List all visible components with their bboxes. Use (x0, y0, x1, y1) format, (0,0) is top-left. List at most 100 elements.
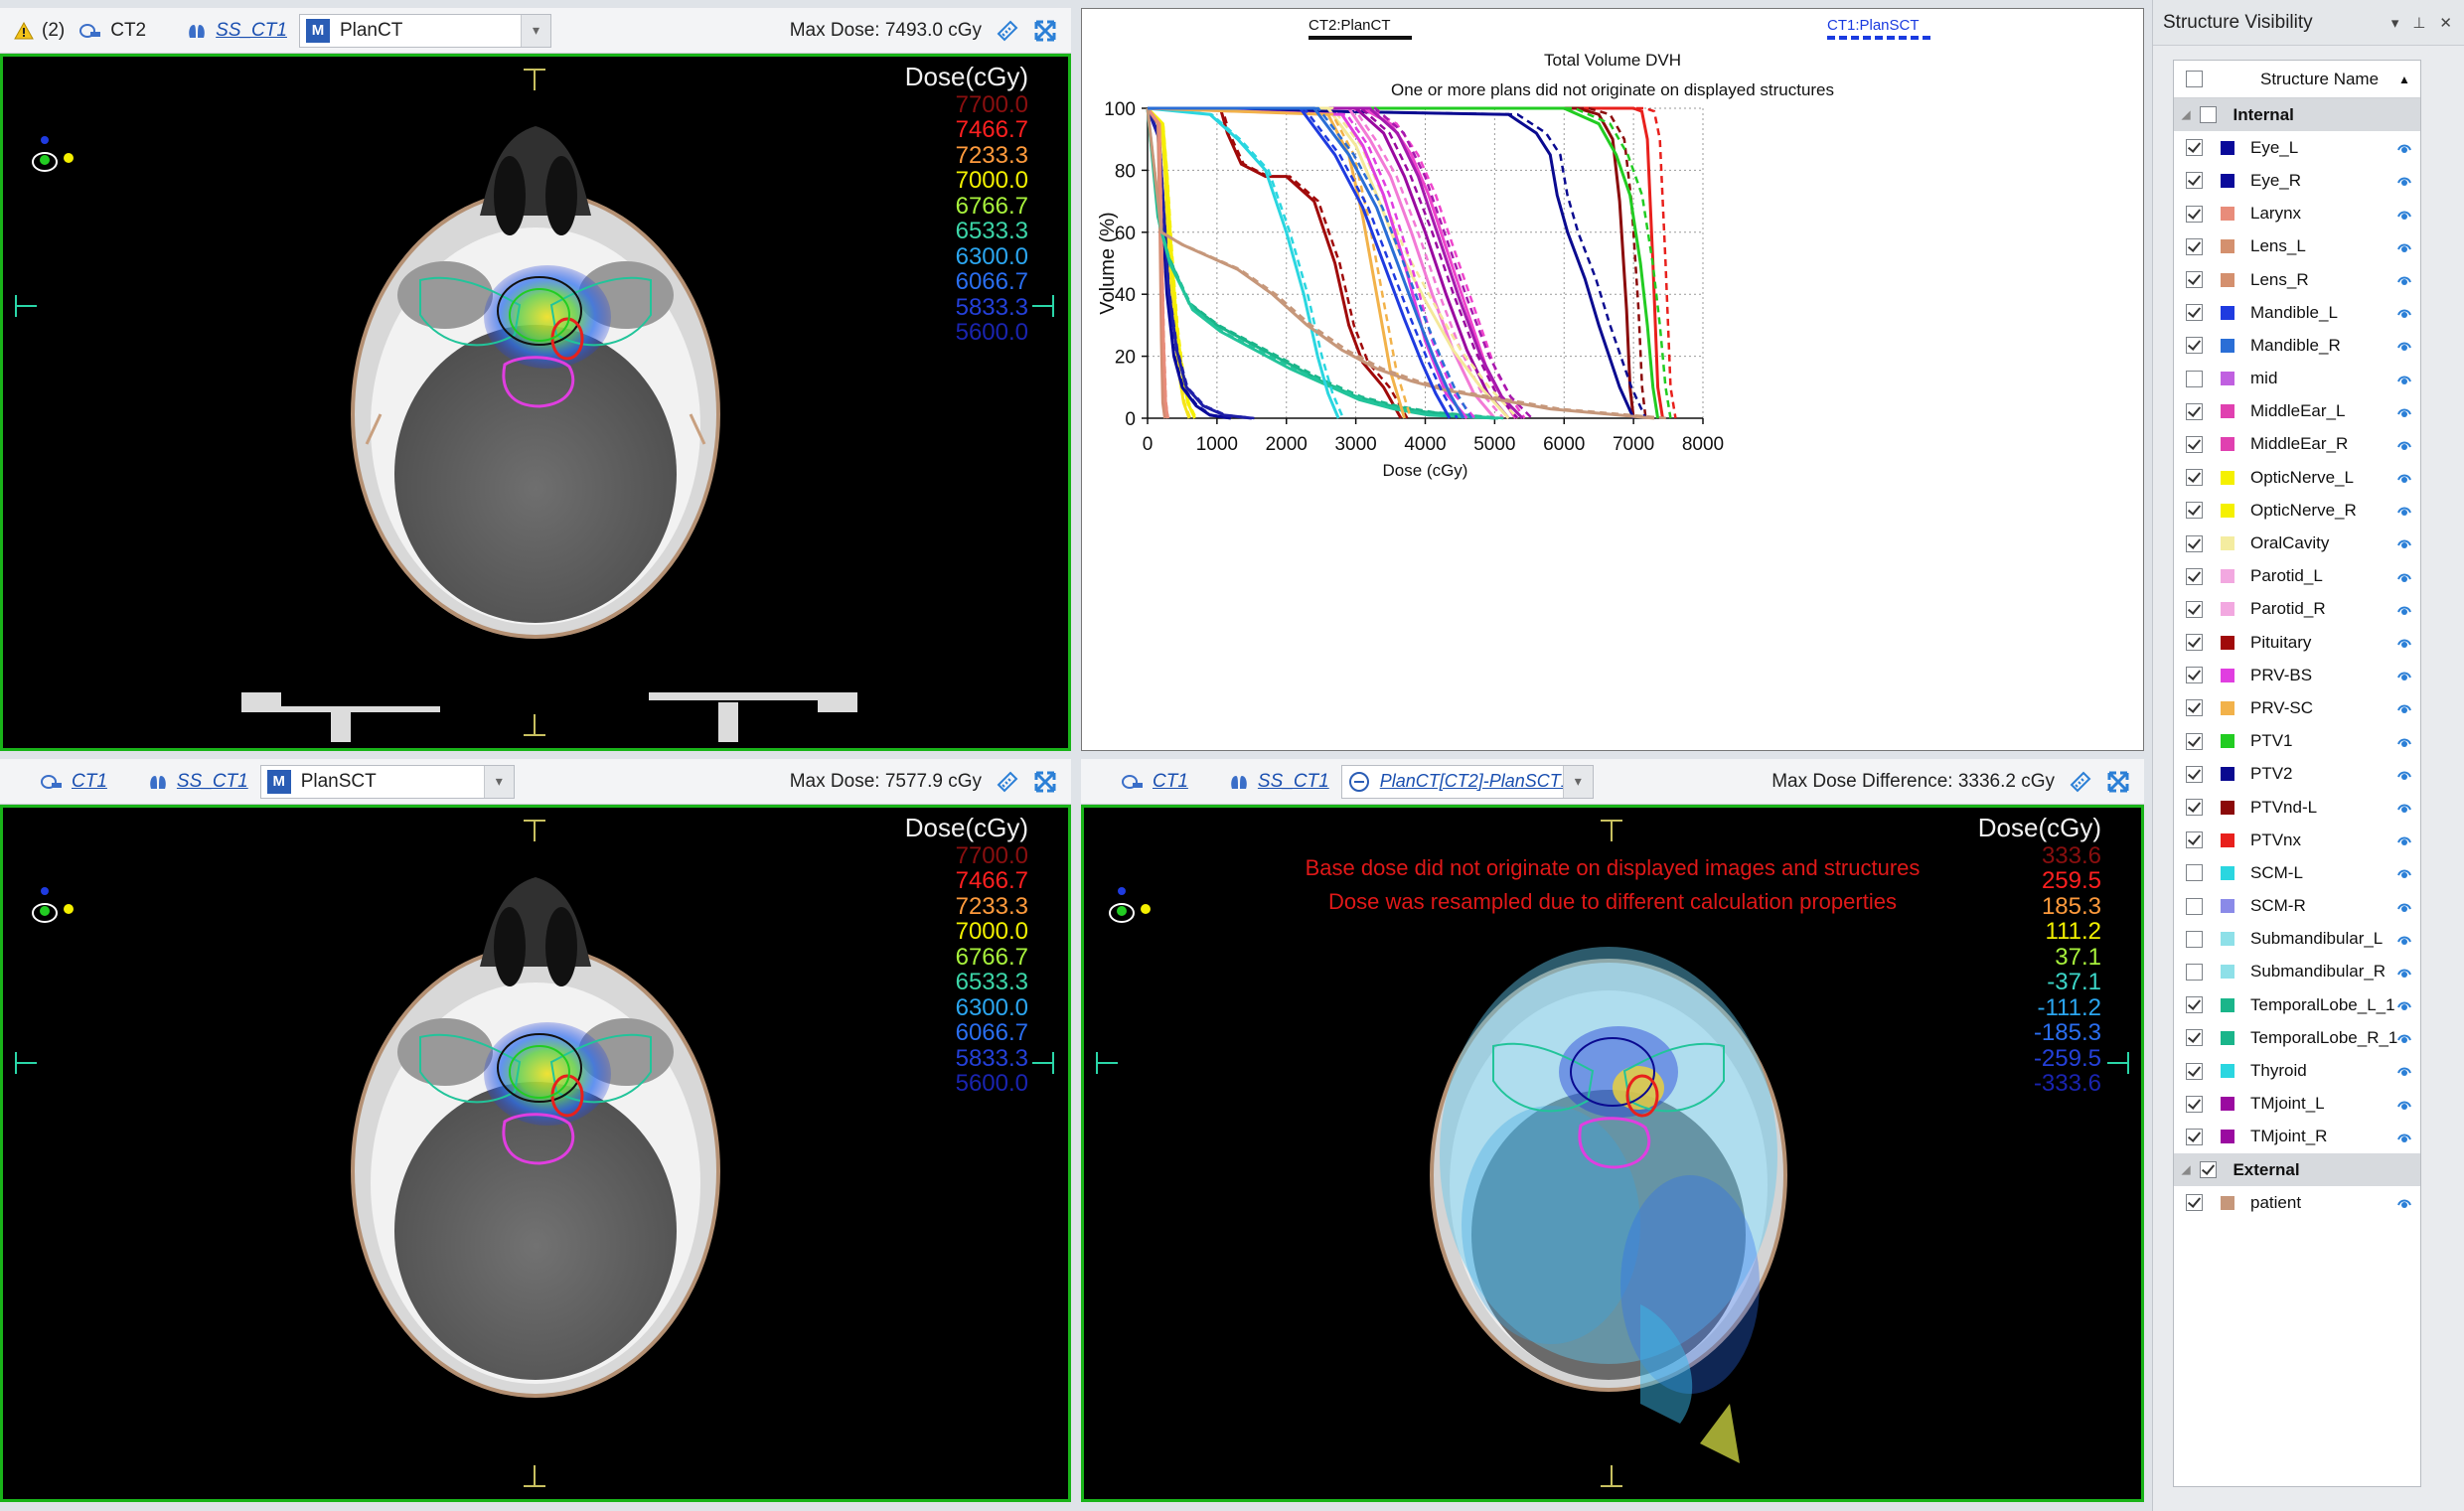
eye-icon[interactable] (2396, 965, 2412, 979)
image-selector[interactable]: CT2 (78, 20, 146, 42)
eye-icon[interactable] (2396, 832, 2412, 846)
structure-set-selector[interactable]: SS_CT1 (1228, 771, 1329, 793)
dropdown-icon[interactable]: ▾ (2391, 14, 2399, 32)
group-checkbox[interactable] (2200, 1161, 2218, 1179)
eye-icon[interactable] (2396, 635, 2412, 649)
structure-row[interactable]: patient (2174, 1186, 2420, 1219)
plan-selector[interactable]: M PlanCT ▾ (298, 13, 551, 48)
visibility-checkbox[interactable] (2186, 634, 2203, 652)
structure-row[interactable]: MiddleEar_L (2174, 395, 2420, 428)
structure-row[interactable]: Mandible_L (2174, 296, 2420, 329)
structure-row[interactable]: TMjoint_R (2174, 1121, 2420, 1153)
plan-selector[interactable]: PlanCT[CT2]-PlanSCT1 ▾ (1340, 764, 1594, 799)
structure-row[interactable]: PTVnd-L (2174, 791, 2420, 824)
visibility-checkbox[interactable] (2186, 534, 2203, 552)
visibility-checkbox[interactable] (2186, 897, 2203, 915)
image-viewport[interactable]: Base dose did not originate on displayed… (1081, 805, 2144, 1502)
eye-icon[interactable] (2396, 899, 2412, 913)
structure-row[interactable]: SCM-R (2174, 890, 2420, 923)
chevron-down-icon[interactable]: ▾ (483, 765, 514, 798)
structure-group-external[interactable]: ◢ External (2174, 1153, 2420, 1187)
structure-row[interactable]: OpticNerve_R (2174, 494, 2420, 527)
ruler-icon[interactable] (996, 19, 1019, 43)
structure-row[interactable]: Mandible_R (2174, 329, 2420, 362)
plan-name[interactable]: PlanCT[CT2]-PlanSCT1 (1380, 771, 1571, 792)
image-viewport[interactable]: Dose(cGy) 7700.0 7466.7 7233.3 7000.0 6766.7… (0, 54, 1071, 751)
collapse-icon[interactable]: ◢ (2182, 1163, 2190, 1176)
visibility-checkbox[interactable] (2186, 1194, 2203, 1212)
image-viewport[interactable]: Dose(cGy) 7700.0 7466.7 7233.3 7000.0 6766.7… (0, 805, 1071, 1502)
image-selector[interactable]: CT1 (1121, 771, 1188, 793)
column-header-structure-name[interactable]: Structure Name (2260, 70, 2379, 89)
pin-icon[interactable]: ⊥ (2412, 14, 2425, 32)
visibility-checkbox[interactable] (2186, 864, 2203, 882)
eye-icon[interactable] (2396, 1063, 2412, 1077)
eye-icon[interactable] (2396, 140, 2412, 154)
image-link[interactable]: CT1 (1153, 771, 1188, 793)
image-selector[interactable]: CT1 (40, 771, 107, 793)
visibility-checkbox[interactable] (2186, 732, 2203, 750)
structure-row[interactable]: PTVnx (2174, 824, 2420, 856)
visibility-checkbox[interactable] (2186, 930, 2203, 948)
structure-set-selector[interactable]: SS_CT1 (186, 20, 287, 42)
structure-row[interactable]: Submandibular_R (2174, 956, 2420, 988)
visibility-checkbox[interactable] (2186, 469, 2203, 487)
visibility-checkbox[interactable] (2186, 370, 2203, 387)
structure-row[interactable]: Parotid_R (2174, 593, 2420, 626)
structure-row[interactable]: TemporalLobe_R_1 (2174, 1021, 2420, 1054)
eye-icon[interactable] (2396, 404, 2412, 418)
eye-icon[interactable] (2396, 470, 2412, 484)
ruler-icon[interactable] (996, 770, 1019, 794)
structure-set-link[interactable]: SS_CT1 (177, 771, 248, 793)
visibility-checkbox[interactable] (2186, 172, 2203, 190)
visibility-checkbox[interactable] (2186, 1062, 2203, 1080)
visibility-checkbox[interactable] (2186, 1095, 2203, 1113)
structure-group-internal[interactable]: ◢ Internal (2174, 98, 2420, 132)
maximize-icon[interactable] (1033, 19, 1057, 43)
structure-row[interactable]: OralCavity (2174, 527, 2420, 559)
visibility-checkbox[interactable] (2186, 996, 2203, 1014)
structure-row[interactable]: mid (2174, 363, 2420, 395)
visibility-checkbox[interactable] (2186, 799, 2203, 817)
eye-icon[interactable] (2396, 1030, 2412, 1044)
structure-row[interactable]: Lens_L (2174, 230, 2420, 263)
eye-icon[interactable] (2396, 800, 2412, 814)
visibility-checkbox[interactable] (2186, 337, 2203, 355)
structure-row[interactable]: SCM-L (2174, 856, 2420, 889)
eye-icon[interactable] (2396, 1130, 2412, 1143)
structure-set-link[interactable]: SS_CT1 (216, 20, 287, 42)
image-link[interactable]: CT1 (72, 771, 107, 793)
structure-row[interactable]: Larynx (2174, 198, 2420, 230)
visibility-checkbox[interactable] (2186, 699, 2203, 717)
eye-icon[interactable] (2396, 865, 2412, 879)
eye-icon[interactable] (2396, 338, 2412, 352)
maximize-icon[interactable] (1033, 770, 1057, 794)
structure-row[interactable]: PTV2 (2174, 758, 2420, 791)
visibility-checkbox[interactable] (2186, 963, 2203, 981)
eye-icon[interactable] (2396, 372, 2412, 385)
eye-icon[interactable] (2396, 535, 2412, 549)
structure-row[interactable]: MiddleEar_R (2174, 428, 2420, 461)
structure-row[interactable]: Eye_L (2174, 131, 2420, 164)
structure-row[interactable]: PRV-SC (2174, 691, 2420, 724)
close-icon[interactable]: ✕ (2439, 14, 2452, 32)
visibility-checkbox[interactable] (2186, 831, 2203, 849)
structure-row[interactable]: OpticNerve_L (2174, 461, 2420, 494)
structure-row[interactable]: Lens_R (2174, 263, 2420, 296)
visibility-checkbox[interactable] (2186, 765, 2203, 783)
visibility-checkbox[interactable] (2186, 1029, 2203, 1047)
visibility-checkbox[interactable] (2186, 271, 2203, 289)
eye-icon[interactable] (2396, 272, 2412, 286)
dvh-plot[interactable]: 0 1000 2000 3000 4000 5000 6000 7000 80000204060… (1082, 9, 2145, 752)
ruler-icon[interactable] (2069, 770, 2092, 794)
eye-icon[interactable] (2396, 734, 2412, 748)
visibility-checkbox[interactable] (2186, 139, 2203, 157)
structure-row[interactable]: Thyroid (2174, 1054, 2420, 1087)
structure-row[interactable]: PTV1 (2174, 725, 2420, 758)
visibility-checkbox[interactable] (2186, 402, 2203, 420)
plan-selector[interactable]: M PlanSCT ▾ (259, 764, 515, 799)
structure-row[interactable]: PRV-BS (2174, 659, 2420, 691)
select-all-checkbox[interactable] (2186, 71, 2203, 87)
eye-icon[interactable] (2396, 173, 2412, 187)
maximize-icon[interactable] (2106, 770, 2130, 794)
